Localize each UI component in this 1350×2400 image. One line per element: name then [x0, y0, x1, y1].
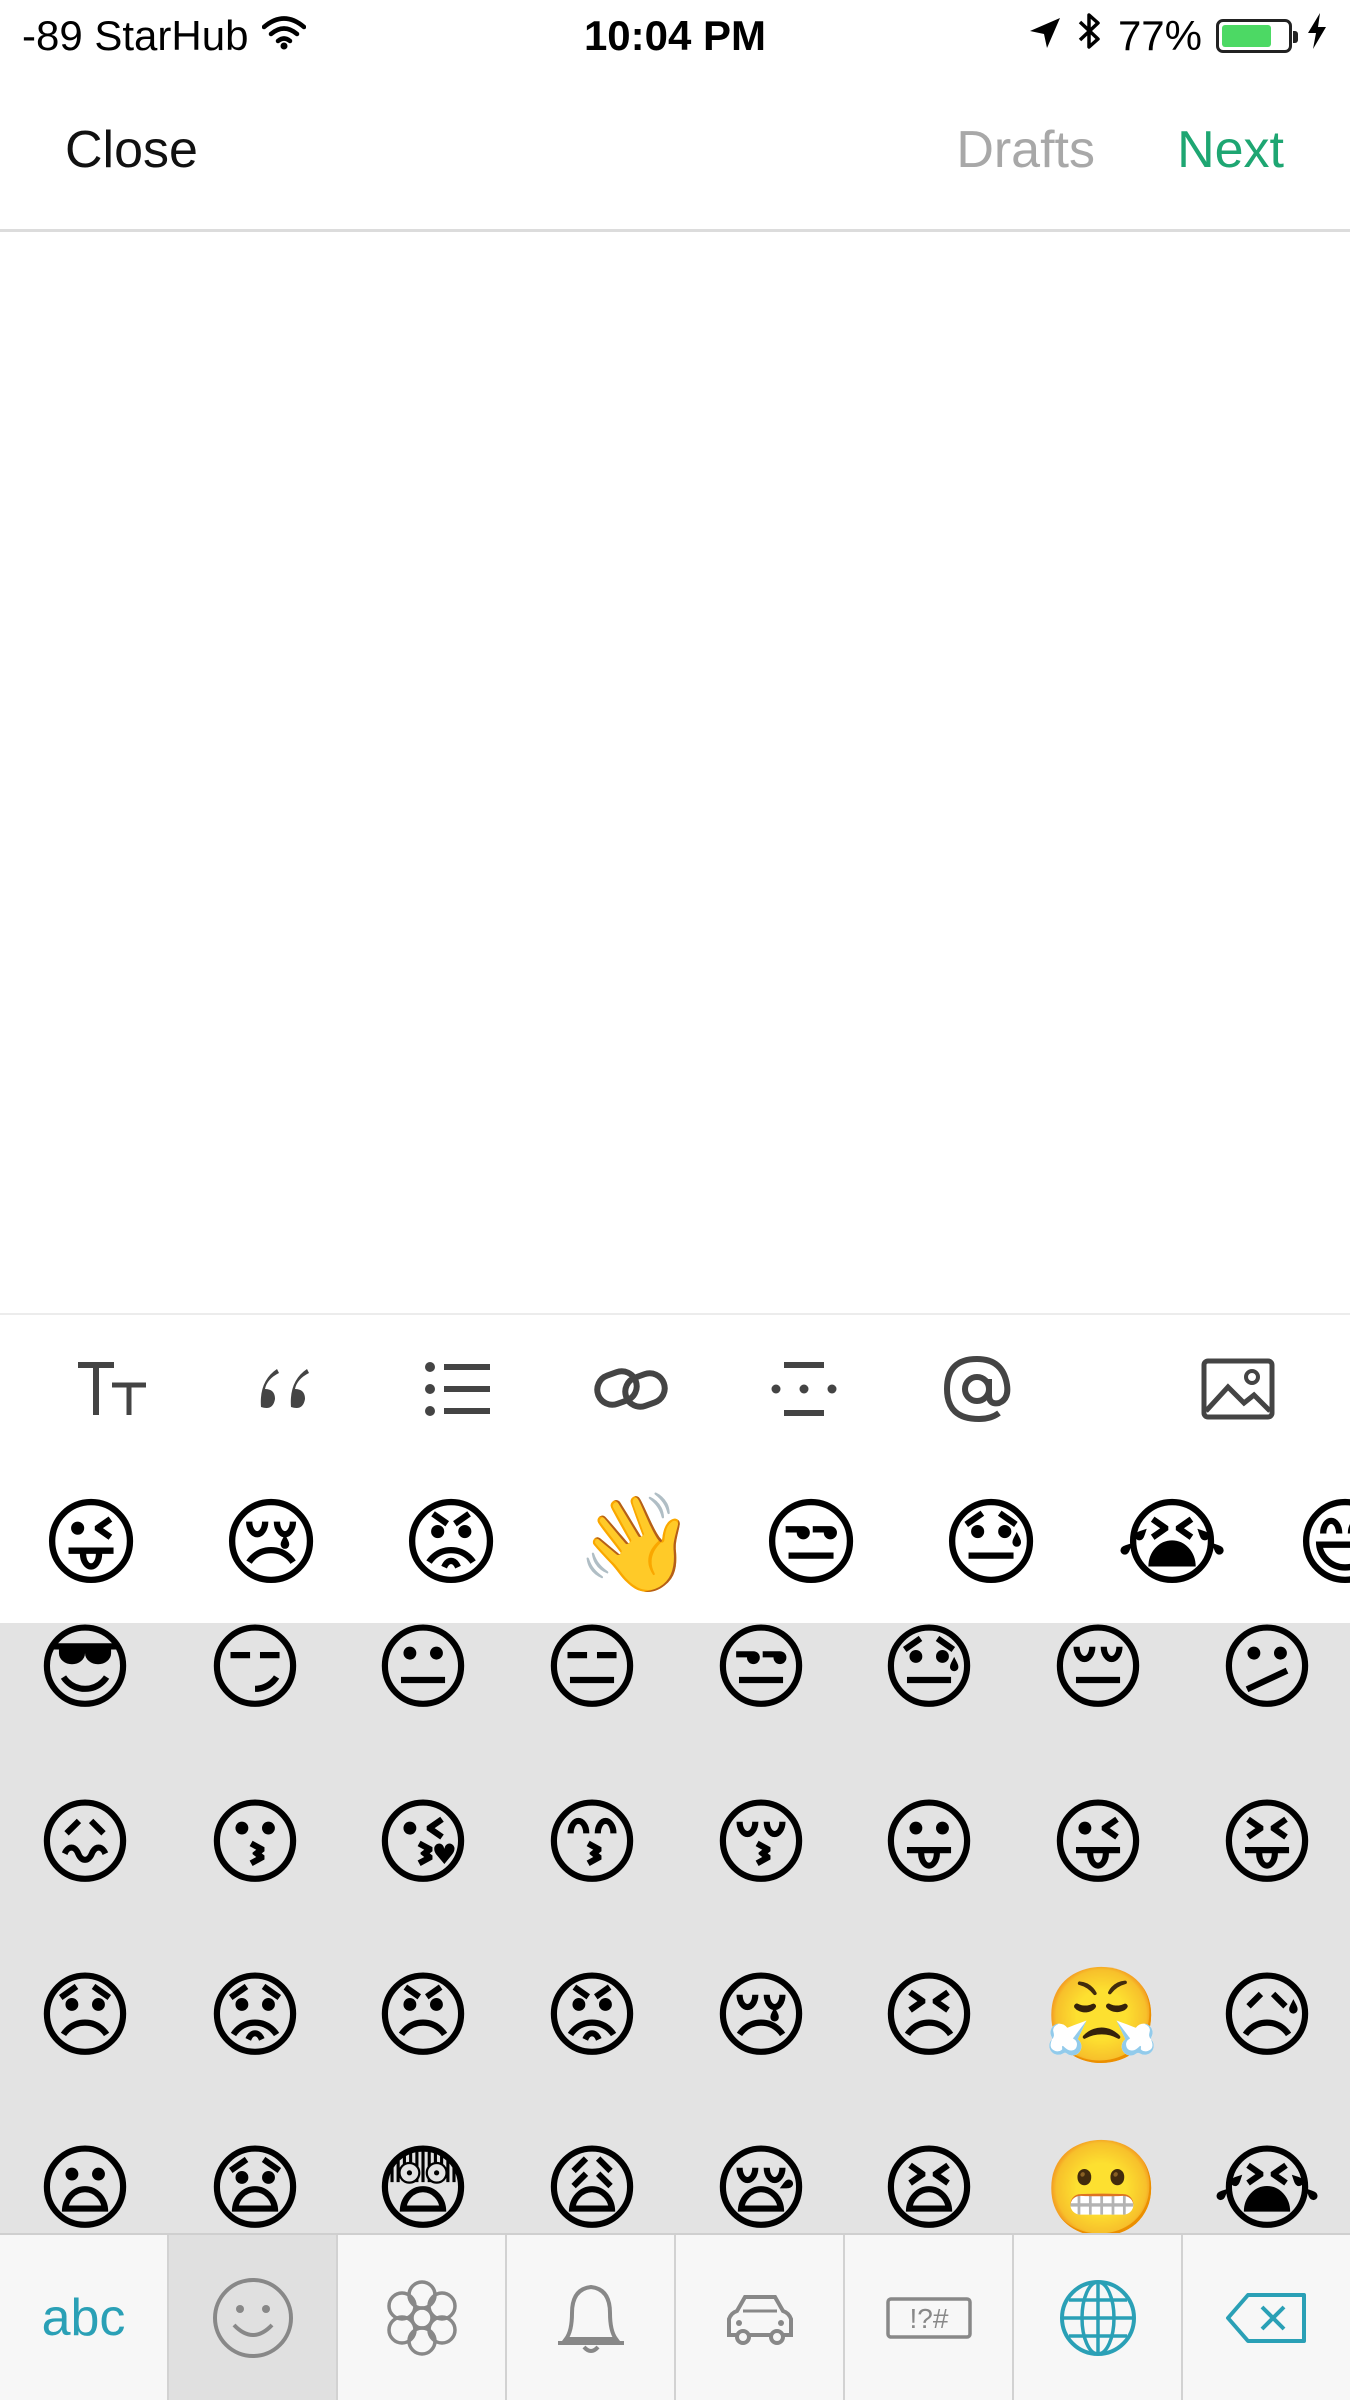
- emoji-key[interactable]: 😕: [1212, 1623, 1322, 1723]
- emoji-key[interactable]: 😢: [706, 1961, 816, 2071]
- wifi-icon: [262, 12, 307, 60]
- emoji-key[interactable]: 😜: [1043, 1788, 1153, 1898]
- globe-key[interactable]: [1014, 2235, 1183, 2400]
- emoji-category-nature[interactable]: [338, 2235, 507, 2400]
- divider-icon: [771, 1362, 837, 1416]
- symbols-label: !?#: [909, 2303, 948, 2334]
- emoji-grid: 😎 😏 😐 😑 😒 😓 😔 😕 😖 😗 😘 😙 😚 😛 😜 😝 😞 😟 😠 😡 …: [0, 1623, 1350, 2233]
- divider-button[interactable]: [764, 1351, 844, 1427]
- smiley-icon: [212, 2277, 293, 2358]
- drafts-button[interactable]: Drafts: [956, 120, 1095, 180]
- location-icon: [1028, 12, 1062, 60]
- format-toolbar: [0, 1313, 1350, 1461]
- battery-fill: [1222, 25, 1272, 47]
- emoji-key[interactable]: 😡: [537, 1961, 647, 2071]
- emoji-key[interactable]: 😛: [874, 1788, 984, 1898]
- emoji-category-smileys[interactable]: [169, 2235, 338, 2400]
- emoji-key[interactable]: 😤: [1043, 1961, 1160, 2071]
- status-left: -89 StarHub: [22, 12, 307, 60]
- backspace-icon: [1225, 2292, 1306, 2343]
- recent-emoji[interactable]: 😜: [36, 1489, 146, 1599]
- list-icon: [425, 1362, 490, 1416]
- carrier-signal: -89 StarHub: [22, 12, 249, 59]
- emoji-key[interactable]: 😎: [30, 1623, 140, 1723]
- emoji-key[interactable]: 😥: [1212, 1961, 1322, 2071]
- battery-icon: [1216, 19, 1298, 53]
- emoji-key[interactable]: 😞: [30, 1961, 140, 2071]
- globe-icon: [1059, 2279, 1136, 2356]
- emoji-key[interactable]: 😭: [1212, 2134, 1322, 2233]
- next-button[interactable]: Next: [1177, 120, 1284, 180]
- nav-bar: Close Drafts Next: [0, 72, 1350, 232]
- app-root: -89 StarHub 10:04 PM 77% Close Drafts Ne…: [0, 0, 1350, 2400]
- emoji-key[interactable]: 😔: [1043, 1623, 1153, 1723]
- close-button[interactable]: Close: [65, 120, 198, 180]
- status-right: 77%: [1028, 11, 1328, 61]
- emoji-key[interactable]: 😗: [200, 1788, 310, 1898]
- recent-emoji[interactable]: 😓: [936, 1489, 1046, 1599]
- bluetooth-icon: [1076, 11, 1104, 61]
- emoji-key[interactable]: 😘: [368, 1788, 478, 1898]
- emoji-key[interactable]: 😩: [537, 2134, 647, 2233]
- emoji-key[interactable]: 😙: [537, 1788, 647, 1898]
- emoji-key[interactable]: 😣: [874, 1961, 984, 2071]
- emoji-key[interactable]: 😓: [874, 1623, 984, 1723]
- emoji-key[interactable]: 😖: [30, 1788, 140, 1898]
- abc-label: abc: [41, 2288, 126, 2347]
- recent-emoji[interactable]: 😒: [756, 1489, 866, 1599]
- emoji-key[interactable]: 😑: [537, 1623, 647, 1723]
- recent-emoji[interactable]: 😭: [1116, 1489, 1228, 1599]
- emoji-key[interactable]: 😪: [706, 2134, 816, 2233]
- status-bar: -89 StarHub 10:04 PM 77%: [0, 0, 1350, 72]
- recent-emoji[interactable]: 👋: [576, 1489, 696, 1599]
- emoji-category-objects[interactable]: [507, 2235, 676, 2400]
- emoji-key[interactable]: 😬: [1043, 2134, 1160, 2233]
- image-icon: [1201, 1358, 1275, 1420]
- flower-icon: [386, 2279, 457, 2356]
- emoji-key[interactable]: 😒: [706, 1623, 816, 1723]
- text-size-button[interactable]: [72, 1351, 152, 1427]
- emoji-key[interactable]: 😨: [368, 2134, 478, 2233]
- list-button[interactable]: [418, 1351, 498, 1427]
- abc-key[interactable]: abc: [0, 2235, 169, 2400]
- emoji-key[interactable]: 😦: [30, 2134, 140, 2233]
- bell-icon: [557, 2284, 624, 2353]
- emoji-key[interactable]: 😫: [874, 2134, 984, 2233]
- emoji-key[interactable]: 😧: [200, 2134, 310, 2233]
- mention-icon: [943, 1355, 1011, 1423]
- backspace-key[interactable]: [1183, 2235, 1350, 2400]
- emoji-key[interactable]: 😏: [200, 1623, 310, 1723]
- post-editor[interactable]: [0, 233, 1350, 1313]
- quote-button[interactable]: [245, 1351, 325, 1427]
- link-icon: [594, 1368, 668, 1410]
- text-size-icon: [78, 1362, 146, 1415]
- battery-percent: 77%: [1117, 12, 1202, 59]
- quote-icon: [260, 1369, 309, 1408]
- charging-icon: [1306, 11, 1328, 61]
- keyboard-category-bar: abc !?#: [0, 2233, 1350, 2400]
- emoji-key[interactable]: 😐: [368, 1623, 478, 1723]
- emoji-key[interactable]: 😟: [200, 1961, 310, 2071]
- emoji-category-travel[interactable]: [676, 2235, 845, 2400]
- image-button[interactable]: [1198, 1351, 1278, 1427]
- recent-emoji-row: 😜 😢 😡 👋 😒 😓 😭 😄: [0, 1461, 1350, 1623]
- emoji-key[interactable]: 😚: [706, 1788, 816, 1898]
- mention-button[interactable]: [937, 1351, 1017, 1427]
- car-icon: [726, 2294, 793, 2345]
- recent-emoji[interactable]: 😡: [396, 1489, 506, 1599]
- recent-emoji[interactable]: 😄: [1290, 1489, 1350, 1599]
- recent-emoji[interactable]: 😢: [216, 1489, 326, 1599]
- emoji-category-symbols[interactable]: !?#: [845, 2235, 1014, 2400]
- symbols-icon: !?#: [885, 2296, 972, 2339]
- link-button[interactable]: [591, 1351, 671, 1427]
- emoji-key[interactable]: 😠: [368, 1961, 478, 2071]
- emoji-key[interactable]: 😝: [1212, 1788, 1322, 1898]
